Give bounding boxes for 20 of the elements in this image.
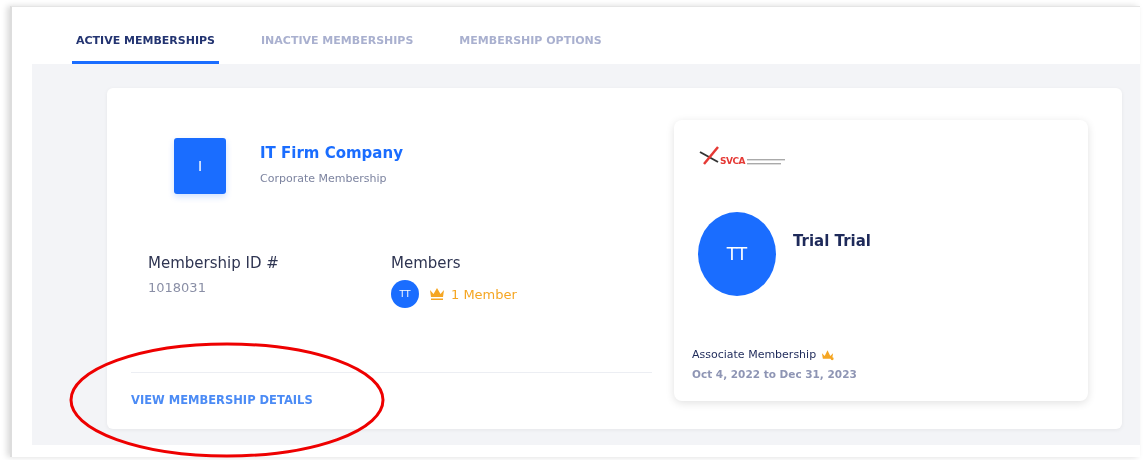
membership-id-label: Membership ID #: [148, 254, 280, 272]
logo-text: SVCA: [720, 156, 746, 166]
view-details-link[interactable]: VIEW MEMBERSHIP DETAILS: [131, 393, 313, 407]
membership-type: Corporate Membership: [260, 172, 388, 185]
members-label: Members: [391, 254, 462, 272]
logo-lines-icon: [747, 158, 788, 166]
company-avatar: I: [174, 138, 226, 194]
crown-icon: [429, 287, 445, 301]
tab[interactable]: MEMBERSHIP OPTIONS: [455, 34, 606, 64]
member-avatar: TT: [698, 212, 776, 296]
membership-period: Oct 4, 2022 to Dec 31, 2023: [692, 368, 858, 380]
company-name: IT Firm Company: [260, 144, 403, 162]
membership-id-value: 1018031: [148, 280, 207, 295]
membership-type: Associate Membership: [692, 348, 817, 361]
member-name: Trial Trial: [793, 232, 871, 250]
member-avatar: TT: [391, 280, 419, 308]
logo-mark-icon: [698, 146, 720, 166]
member-count: 1 Member: [451, 286, 517, 302]
crown-icon: [821, 348, 835, 361]
tab[interactable]: INACTIVE MEMBERSHIPS: [257, 34, 418, 64]
